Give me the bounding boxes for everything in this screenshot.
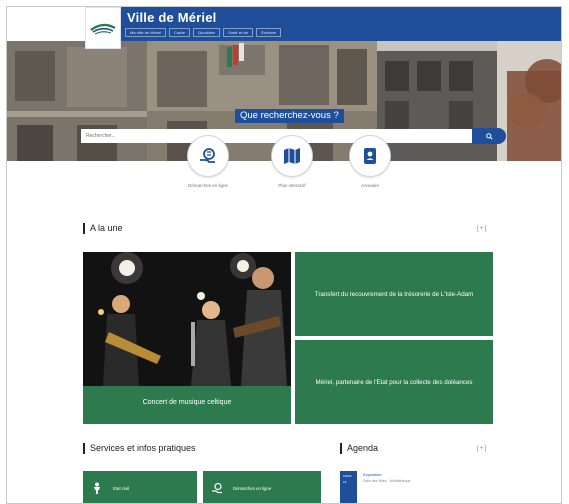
section-title-services: Services et infos pratiques [83, 443, 196, 454]
service-demarches[interactable]: Démarches en ligne [203, 471, 321, 503]
quick-link-label: Plan interactif [278, 183, 306, 188]
quick-link-circle[interactable] [349, 135, 391, 177]
contact-card-icon [364, 148, 376, 164]
news-card-tresorerie[interactable]: Transfert du recouvrement de la trésorer… [295, 252, 493, 336]
agenda-month: MARS [343, 474, 352, 478]
news-caption[interactable]: Concert de musique celtique [83, 386, 291, 424]
agenda-event-location: Salle des fêtes - Médiathèque [363, 479, 411, 483]
search-prompt: Que recherchez-vous ? [235, 109, 344, 123]
hand-coins-icon [200, 148, 215, 163]
search-button[interactable] [472, 128, 506, 144]
agenda-event-title[interactable]: Exposition [363, 472, 381, 477]
hand-coins-icon [212, 482, 222, 494]
nav-item-sortir[interactable]: Sortir et vie [223, 28, 254, 37]
section-title-agenda: Agenda [340, 443, 378, 454]
service-label: Etat civil [113, 485, 129, 491]
section-title-news: A la une [83, 223, 123, 234]
city-logo[interactable] [85, 7, 121, 49]
search-icon [485, 132, 493, 140]
quick-link-label: Démarches en ligne [187, 183, 229, 188]
quick-link-label: Annuaire [360, 183, 379, 188]
quick-link-circle[interactable] [271, 135, 313, 177]
quick-link-plan[interactable]: Plan interactif [247, 135, 337, 188]
main-nav: Ma ville de Mériel Cadre Quotidien Sorti… [125, 28, 282, 37]
service-label: Démarches en ligne [233, 485, 272, 491]
site-title[interactable]: Ville de Mériel [127, 10, 216, 25]
page: Ville de Mériel Ma ville de Mériel Cadre… [6, 6, 562, 504]
nav-item-cadre[interactable]: Cadre [169, 28, 191, 37]
concert-photo [83, 252, 291, 386]
map-icon [284, 148, 300, 164]
nav-item-quotidien[interactable]: Quotidien [193, 28, 221, 37]
person-icon [94, 482, 100, 494]
news-more-button[interactable]: [+] [477, 225, 487, 232]
agenda-more-button[interactable]: [+] [477, 445, 487, 452]
logo-icon [90, 23, 116, 35]
quick-link-circle[interactable] [187, 135, 229, 177]
news-item-concert[interactable]: Concert de musique celtique [83, 252, 291, 424]
agenda-date-badge[interactable]: MARS 15 [340, 471, 357, 503]
agenda-day: 15 [343, 480, 347, 484]
service-etat-civil[interactable]: Etat civil [83, 471, 197, 503]
nav-item-enfance[interactable]: Enfance [256, 28, 282, 37]
nav-item-ville[interactable]: Ma ville de Mériel [125, 28, 167, 37]
quick-link-demarches[interactable]: Démarches en ligne [163, 135, 253, 188]
news-card-doleances[interactable]: Mériel, partenaire de l'Etat pour la col… [295, 340, 493, 424]
quick-link-annuaire[interactable]: Annuaire [325, 135, 415, 188]
